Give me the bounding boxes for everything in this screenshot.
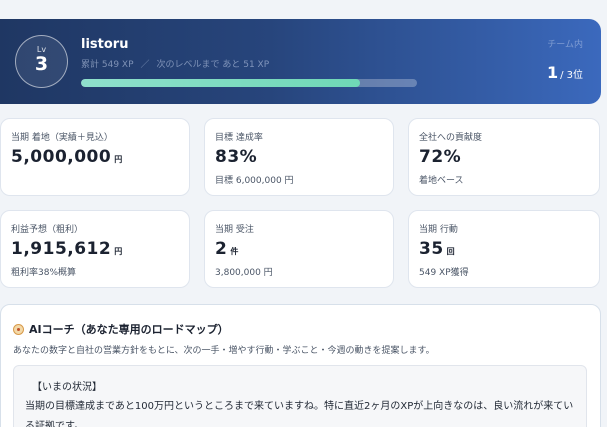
- stat-number: 2: [215, 239, 228, 259]
- stat-label: 目標 達成率: [215, 133, 263, 143]
- stat-sub: 目標 6,000,000 円: [215, 176, 294, 186]
- user-name: listoru: [81, 37, 129, 52]
- stat-number: 1,915,612: [11, 239, 112, 259]
- stat-unit: 件: [230, 247, 239, 256]
- status-heading: 【いまの状況】: [32, 382, 102, 393]
- stat-label: 利益予想（粗利）: [11, 225, 84, 235]
- stat-number: 72%: [419, 147, 462, 167]
- total-xp: 累計 549 XP: [81, 60, 134, 70]
- ai-coach-panel: AIコーチ（あなた専用のロードマップ） あなたの数字と自社の営業方針をもとに、次…: [0, 304, 601, 427]
- level-badge: Lv 3: [15, 35, 68, 88]
- level-number: 3: [34, 53, 49, 75]
- stat-value: 2件: [215, 239, 238, 259]
- ai-coach-description: あなたの数字と自社の営業方針をもとに、次の一手・増やす行動・学ぶこと・今週の動き…: [13, 346, 435, 356]
- stat-card-achievement-rate: 目標 達成率 83% 目標 6,000,000 円: [204, 118, 394, 196]
- stat-label: 当期 行動: [419, 225, 458, 235]
- stat-unit: 円: [114, 155, 123, 164]
- stat-label: 当期 着地（実績＋見込）: [11, 133, 113, 143]
- team-rank-label: チーム内: [547, 40, 583, 50]
- xp-separator: ／: [140, 60, 150, 70]
- xp-progress-fill: [81, 79, 360, 87]
- stat-sub: 3,800,000 円: [215, 268, 273, 278]
- stat-label: 当期 受注: [215, 225, 254, 235]
- stat-number: 83%: [215, 147, 258, 167]
- level-card: Lv 3 listoru 累計 549 XP ／次のレベルまで あと 51 XP …: [0, 19, 601, 104]
- stat-card-forecast: 当期 着地（実績＋見込） 5,000,000 円: [0, 118, 190, 196]
- stat-sub: 549 XP獲得: [419, 268, 469, 278]
- team-rank: 1/ 3位: [547, 63, 583, 82]
- stat-unit: 回: [446, 247, 455, 256]
- ai-coach-title: AIコーチ（あなた専用のロードマップ）: [13, 321, 229, 337]
- ai-coach-title-text: AIコーチ（あなた専用のロードマップ）: [29, 323, 229, 336]
- stat-sub: 粗利率38%概算: [11, 268, 77, 278]
- stat-number: 35: [419, 239, 444, 259]
- xp-summary: 累計 549 XP ／ 次のレベルまで あと 51 XP: [81, 57, 269, 70]
- status-body: 当期の目標達成まであと100万円というところまで来ていますね。特に直近2ヶ月のX…: [25, 401, 574, 427]
- stat-sub: 着地ベース: [419, 176, 464, 186]
- stat-card-orders: 当期 受注 2件 3,800,000 円: [204, 210, 394, 288]
- xp-progress-bar: [81, 79, 417, 87]
- stat-card-contribution: 全社への貢献度 72% 着地ベース: [408, 118, 600, 196]
- next-level-xp: 次のレベルまで あと 51 XP: [156, 60, 270, 70]
- stat-card-profit-forecast: 利益予想（粗利） 1,915,612 円 粗利率38%概算: [0, 210, 190, 288]
- stat-value: 35 回: [419, 239, 455, 259]
- coach-icon: [13, 323, 24, 335]
- stat-card-actions: 当期 行動 35 回 549 XP獲得: [408, 210, 600, 288]
- dashboard-page: Lv 3 listoru 累計 549 XP ／次のレベルまで あと 51 XP …: [0, 0, 607, 427]
- stat-value: 83%: [215, 147, 260, 167]
- stat-value: 5,000,000 円: [11, 147, 122, 167]
- stat-unit: 円: [114, 247, 123, 256]
- stat-value: 1,915,612 円: [11, 239, 122, 259]
- rank-total: / 3位: [560, 70, 583, 81]
- stat-label: 全社への貢献度: [419, 133, 483, 143]
- level-badge-label: Lv: [36, 45, 47, 54]
- stat-number: 5,000,000: [11, 147, 112, 167]
- ai-coach-status-box: 【いまの状況】 当期の目標達成まであと100万円というところまで来ていますね。特…: [13, 365, 587, 427]
- rank-number: 1: [546, 63, 559, 82]
- stat-value: 72%: [419, 147, 464, 167]
